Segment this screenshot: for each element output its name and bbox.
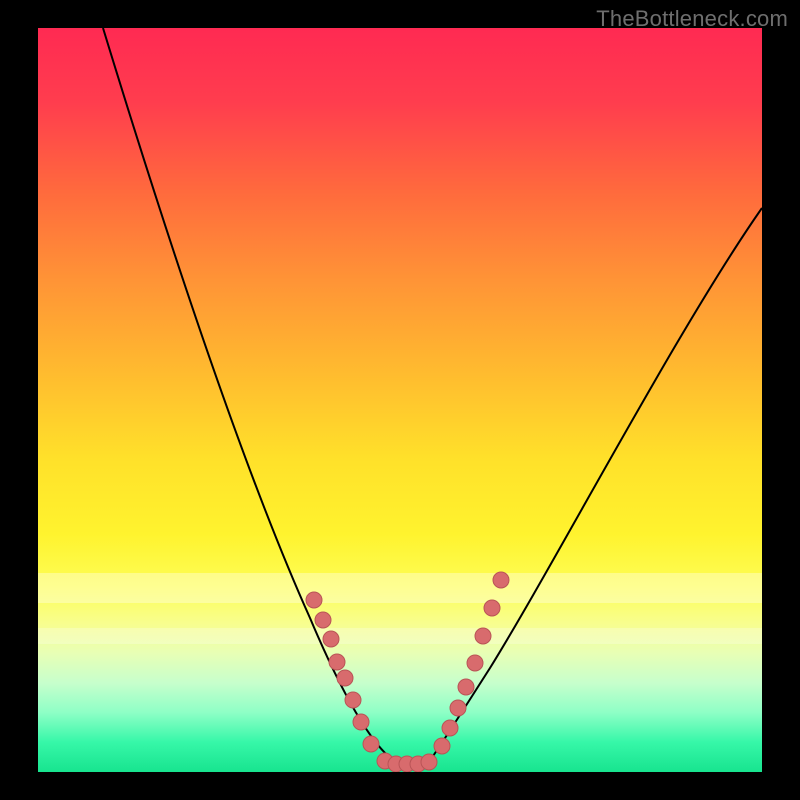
marker-dot (345, 692, 361, 708)
marker-dot (421, 754, 437, 770)
chart-container: TheBottleneck.com (0, 0, 800, 800)
marker-dot (484, 600, 500, 616)
marker-group-left (306, 592, 379, 752)
left-curve (103, 28, 398, 763)
marker-group-floor (377, 753, 437, 772)
marker-dot (329, 654, 345, 670)
marker-dot (467, 655, 483, 671)
marker-dot (493, 572, 509, 588)
marker-dot (315, 612, 331, 628)
marker-dot (337, 670, 353, 686)
marker-dot (475, 628, 491, 644)
marker-dot (450, 700, 466, 716)
marker-dot (442, 720, 458, 736)
marker-dot (323, 631, 339, 647)
curve-layer (38, 28, 762, 772)
marker-group-right (434, 572, 509, 754)
marker-dot (306, 592, 322, 608)
marker-dot (458, 679, 474, 695)
marker-dot (353, 714, 369, 730)
marker-dot (434, 738, 450, 754)
plot-area (38, 28, 762, 772)
marker-dot (363, 736, 379, 752)
right-curve (428, 208, 762, 763)
